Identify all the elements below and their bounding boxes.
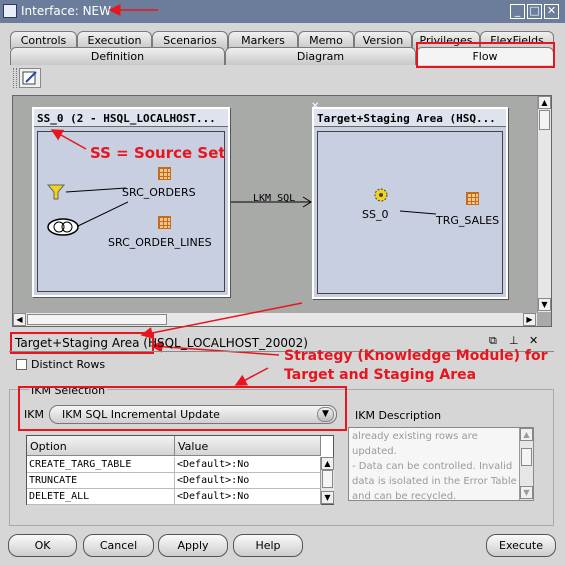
diagram-canvas[interactable]: SS_0 (2 - HSQL_LOCALHOST... SRC_ORDERS S… [12, 95, 552, 327]
scroll-down-button[interactable]: ▼ [538, 298, 551, 311]
window-icon [3, 4, 17, 18]
ss0-label[interactable]: SS_0 [362, 208, 388, 221]
close-button[interactable]: ✕ [544, 4, 559, 19]
scroll-thumb[interactable] [539, 110, 550, 130]
execute-button[interactable]: Execute [486, 534, 556, 557]
scroll-right-button[interactable]: ▶ [523, 313, 536, 326]
source-set-gear-icon [374, 188, 388, 202]
distinct-rows-label: Distinct Rows [31, 358, 106, 371]
pin-icon[interactable]: ⊥ [509, 334, 519, 347]
options-scrollbar[interactable]: ▲ ▼ [320, 457, 334, 504]
source-set-annotation: SS = Source Set [90, 144, 226, 162]
target-box-corner-marker: ✕ [311, 101, 320, 112]
description-line: updated. [352, 446, 397, 457]
ikm-options-table[interactable]: Option Value CREATE_TARG_TABLE <Default>… [26, 435, 334, 505]
canvas-horizontal-scrollbar[interactable]: ◀ ▶ [13, 313, 537, 326]
target-connector [399, 210, 437, 215]
flow-label[interactable]: LKM SQL [253, 193, 295, 204]
description-scroll-down[interactable]: ▼ [520, 486, 533, 499]
apply-button[interactable]: Apply [158, 534, 228, 557]
options-scroll-down[interactable]: ▼ [321, 491, 334, 504]
column-header-value[interactable]: Value [175, 436, 321, 456]
close-panel-icon[interactable]: ✕ [529, 334, 538, 347]
description-line: data is isolated in the Error Table [352, 476, 517, 487]
minimize-button[interactable]: _ [510, 4, 525, 19]
options-scroll-up[interactable]: ▲ [321, 457, 334, 470]
description-scroll-thumb[interactable] [521, 448, 532, 466]
option-value-cell[interactable]: <Default>:No [175, 457, 321, 473]
window-title: Interface: NEW [21, 4, 112, 18]
description-line: and can be recycled. [352, 491, 457, 501]
tab-diagram[interactable]: Diagram [225, 47, 416, 65]
filter-icon [47, 184, 65, 200]
join-icon [47, 218, 79, 236]
ikm-description-text[interactable]: already existing rows are updated. - Dat… [348, 427, 534, 501]
scroll-left-button[interactable]: ◀ [13, 313, 26, 326]
option-value-cell[interactable]: <Default>:No [175, 473, 321, 489]
description-line: - Data can be controlled. Invalid [352, 461, 513, 472]
target-staging-area: SS_0 TRG_SALES [317, 131, 503, 294]
src-order-lines-label[interactable]: SRC_ORDER_LINES [108, 236, 212, 249]
tab-definition[interactable]: Definition [10, 47, 225, 65]
chevron-down-icon[interactable]: ▼ [317, 407, 334, 422]
option-name-cell[interactable]: DELETE_ALL [27, 489, 175, 505]
target-staging-box[interactable]: Target+Staging Area (HSQ... SS_0 TRG_SAL… [312, 107, 508, 299]
source-set-box[interactable]: SS_0 (2 - HSQL_LOCALHOST... SRC_ORDERS S… [32, 107, 230, 297]
ikm-select[interactable]: IKM SQL Incremental Update ▼ [49, 405, 337, 424]
source-set-title: SS_0 (2 - HSQL_LOCALHOST... [34, 109, 228, 127]
column-header-option[interactable]: Option [27, 436, 175, 456]
ikm-select-value: IKM SQL Incremental Update [62, 408, 220, 421]
undock-icon[interactable]: ⧉ [489, 334, 497, 348]
trg-sales-table-icon [466, 192, 479, 205]
src-orders-table-icon [158, 167, 171, 180]
ok-button[interactable]: OK [8, 534, 77, 557]
help-button[interactable]: Help [233, 534, 303, 557]
distinct-rows-checkbox[interactable] [16, 359, 27, 370]
description-line: already existing rows are [352, 431, 478, 442]
strategy-annotation-line2: Target and Staging Area [284, 367, 477, 383]
canvas-vertical-scrollbar[interactable]: ▲ ▼ [537, 96, 551, 312]
scroll-up-button[interactable]: ▲ [538, 96, 551, 109]
option-name-cell[interactable]: TRUNCATE [27, 473, 175, 489]
target-staging-title: Target+Staging Area (HSQ... [314, 109, 506, 127]
ikm-label: IKM [24, 408, 44, 421]
ikm-description-label: IKM Description [355, 409, 442, 422]
description-scrollbar[interactable]: ▲ ▼ [519, 428, 533, 500]
flow-tab-highlight [416, 42, 555, 68]
option-name-cell[interactable]: CREATE_TARG_TABLE [27, 457, 175, 473]
edit-diagram-button[interactable] [19, 68, 41, 88]
title-bar: Interface: NEW _ □ ✕ [0, 0, 565, 23]
options-scroll-thumb[interactable] [322, 470, 333, 488]
strategy-annotation-line1: Strategy (Knowledge Module) for [284, 348, 548, 364]
pencil-icon [22, 71, 37, 85]
hscroll-thumb[interactable] [27, 314, 167, 325]
src-orders-label[interactable]: SRC_ORDERS [122, 186, 196, 199]
toolbar-grip [13, 68, 17, 88]
cancel-button[interactable]: Cancel [83, 534, 154, 557]
src-order-lines-table-icon [158, 216, 171, 229]
description-scroll-up[interactable]: ▲ [520, 428, 533, 441]
maximize-button[interactable]: □ [527, 4, 542, 19]
trg-sales-label[interactable]: TRG_SALES [436, 214, 499, 227]
option-value-cell[interactable]: <Default>:No [175, 489, 321, 505]
